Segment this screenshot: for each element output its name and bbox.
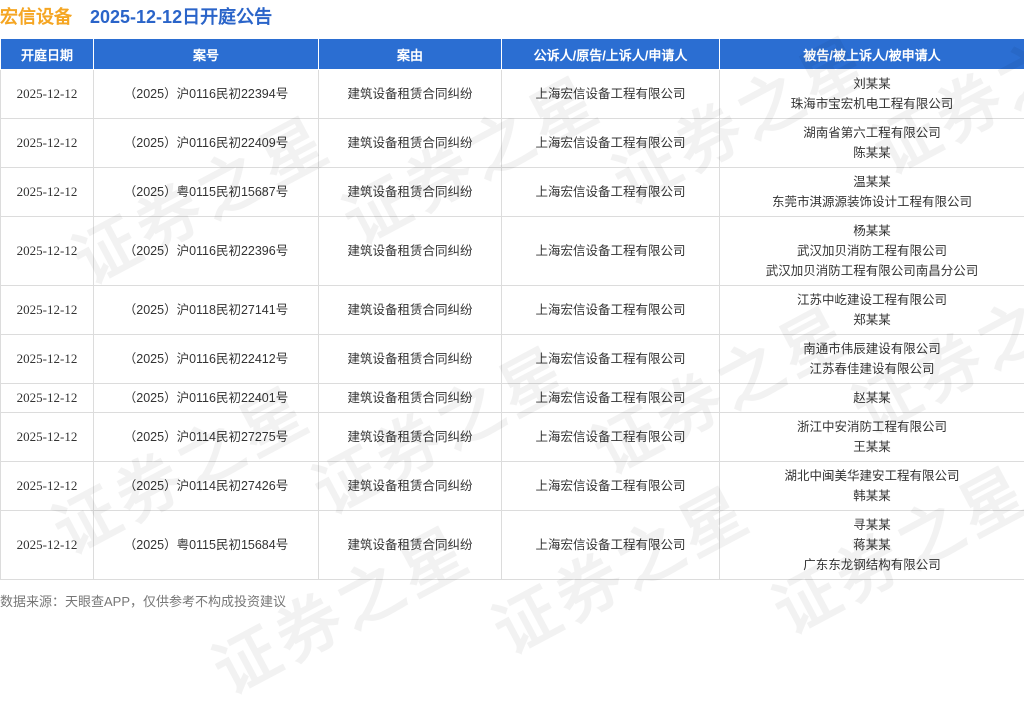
defendant-cell: 寻某某蒋某某广东东龙钢结构有限公司 [720, 511, 1024, 580]
date-cell: 2025-12-12 [1, 70, 94, 119]
case-number-cell: （2025）沪0116民初22409号 [94, 119, 319, 168]
column-header-date: 开庭日期 [1, 39, 94, 70]
cause-cell: 建筑设备租赁合同纠纷 [319, 335, 502, 384]
defendant-cell: 赵某某 [720, 384, 1024, 413]
date-cell: 2025-12-12 [1, 168, 94, 217]
defendant-name: 南通市伟辰建设有限公司 [724, 339, 1020, 359]
company-name: 宏信设备 [0, 3, 72, 29]
date-cell: 2025-12-12 [1, 217, 94, 286]
defendant-name: 蒋某某 [724, 535, 1020, 555]
defendant-cell: 湖南省第六工程有限公司陈某某 [720, 119, 1024, 168]
defendant-name: 韩某某 [724, 486, 1020, 506]
cause-cell: 建筑设备租赁合同纠纷 [319, 168, 502, 217]
date-cell: 2025-12-12 [1, 384, 94, 413]
plaintiff-cell: 上海宏信设备工程有限公司 [502, 217, 720, 286]
case-number-cell: （2025）沪0114民初27275号 [94, 413, 319, 462]
column-header-plaintiff: 公诉人/原告/上诉人/申请人 [502, 39, 720, 70]
court-announcement-table: 开庭日期 案号 案由 公诉人/原告/上诉人/申请人 被告/被上诉人/被申请人 2… [0, 38, 1024, 580]
plaintiff-cell: 上海宏信设备工程有限公司 [502, 384, 720, 413]
defendant-name: 广东东龙钢结构有限公司 [724, 555, 1020, 575]
cause-cell: 建筑设备租赁合同纠纷 [319, 511, 502, 580]
cause-cell: 建筑设备租赁合同纠纷 [319, 384, 502, 413]
defendant-name: 珠海市宝宏机电工程有限公司 [724, 94, 1020, 114]
column-header-cause: 案由 [319, 39, 502, 70]
defendant-name: 陈某某 [724, 143, 1020, 163]
date-cell: 2025-12-12 [1, 511, 94, 580]
table-row: 2025-12-12（2025）沪0114民初27275号建筑设备租赁合同纠纷上… [1, 413, 1024, 462]
title-bar: 宏信设备 2025-12-12日开庭公告 [0, 0, 1024, 32]
table-row: 2025-12-12（2025）粤0115民初15687号建筑设备租赁合同纠纷上… [1, 168, 1024, 217]
cause-cell: 建筑设备租赁合同纠纷 [319, 217, 502, 286]
plaintiff-cell: 上海宏信设备工程有限公司 [502, 168, 720, 217]
case-number-cell: （2025）沪0114民初27426号 [94, 462, 319, 511]
table-row: 2025-12-12（2025）沪0116民初22396号建筑设备租赁合同纠纷上… [1, 217, 1024, 286]
date-cell: 2025-12-12 [1, 119, 94, 168]
table-row: 2025-12-12（2025）粤0115民初15684号建筑设备租赁合同纠纷上… [1, 511, 1024, 580]
plaintiff-cell: 上海宏信设备工程有限公司 [502, 511, 720, 580]
defendant-name: 浙江中安消防工程有限公司 [724, 417, 1020, 437]
cause-cell: 建筑设备租赁合同纠纷 [319, 119, 502, 168]
defendant-name: 湖北中闽美华建安工程有限公司 [724, 466, 1020, 486]
table-row: 2025-12-12（2025）沪0116民初22412号建筑设备租赁合同纠纷上… [1, 335, 1024, 384]
defendant-name: 郑某某 [724, 310, 1020, 330]
page-title: 2025-12-12日开庭公告 [90, 3, 272, 29]
case-number-cell: （2025）粤0115民初15684号 [94, 511, 319, 580]
defendant-cell: 浙江中安消防工程有限公司王某某 [720, 413, 1024, 462]
table-row: 2025-12-12（2025）沪0116民初22409号建筑设备租赁合同纠纷上… [1, 119, 1024, 168]
case-number-cell: （2025）沪0118民初27141号 [94, 286, 319, 335]
cause-cell: 建筑设备租赁合同纠纷 [319, 286, 502, 335]
cause-cell: 建筑设备租赁合同纠纷 [319, 462, 502, 511]
defendant-name: 江苏春佳建设有限公司 [724, 359, 1020, 379]
defendant-cell: 杨某某武汉加贝消防工程有限公司武汉加贝消防工程有限公司南昌分公司 [720, 217, 1024, 286]
plaintiff-cell: 上海宏信设备工程有限公司 [502, 70, 720, 119]
column-header-defendant: 被告/被上诉人/被申请人 [720, 39, 1024, 70]
defendant-name: 刘某某 [724, 74, 1020, 94]
defendant-name: 武汉加贝消防工程有限公司南昌分公司 [724, 261, 1020, 281]
table-row: 2025-12-12（2025）沪0114民初27426号建筑设备租赁合同纠纷上… [1, 462, 1024, 511]
cause-cell: 建筑设备租赁合同纠纷 [319, 413, 502, 462]
defendant-name: 武汉加贝消防工程有限公司 [724, 241, 1020, 261]
data-source-note: 数据来源：天眼查APP，仅供参考不构成投资建议 [0, 591, 286, 610]
case-number-cell: （2025）沪0116民初22401号 [94, 384, 319, 413]
defendant-name: 王某某 [724, 437, 1020, 457]
plaintiff-cell: 上海宏信设备工程有限公司 [502, 462, 720, 511]
plaintiff-cell: 上海宏信设备工程有限公司 [502, 413, 720, 462]
plaintiff-cell: 上海宏信设备工程有限公司 [502, 335, 720, 384]
case-number-cell: （2025）沪0116民初22394号 [94, 70, 319, 119]
defendant-cell: 湖北中闽美华建安工程有限公司韩某某 [720, 462, 1024, 511]
date-cell: 2025-12-12 [1, 462, 94, 511]
defendant-name: 湖南省第六工程有限公司 [724, 123, 1020, 143]
defendant-cell: 温某某东莞市淇源源装饰设计工程有限公司 [720, 168, 1024, 217]
defendant-cell: 刘某某珠海市宝宏机电工程有限公司 [720, 70, 1024, 119]
column-header-case-no: 案号 [94, 39, 319, 70]
defendant-name: 东莞市淇源源装饰设计工程有限公司 [724, 192, 1020, 212]
table-body: 2025-12-12（2025）沪0116民初22394号建筑设备租赁合同纠纷上… [1, 70, 1024, 580]
date-cell: 2025-12-12 [1, 413, 94, 462]
table-row: 2025-12-12（2025）沪0116民初22394号建筑设备租赁合同纠纷上… [1, 70, 1024, 119]
defendant-name: 江苏中屹建设工程有限公司 [724, 290, 1020, 310]
defendant-name: 温某某 [724, 172, 1020, 192]
plaintiff-cell: 上海宏信设备工程有限公司 [502, 119, 720, 168]
case-number-cell: （2025）沪0116民初22412号 [94, 335, 319, 384]
cause-cell: 建筑设备租赁合同纠纷 [319, 70, 502, 119]
case-number-cell: （2025）沪0116民初22396号 [94, 217, 319, 286]
case-number-cell: （2025）粤0115民初15687号 [94, 168, 319, 217]
defendant-name: 杨某某 [724, 221, 1020, 241]
defendant-cell: 南通市伟辰建设有限公司江苏春佳建设有限公司 [720, 335, 1024, 384]
defendant-name: 赵某某 [724, 388, 1020, 408]
table-row: 2025-12-12（2025）沪0118民初27141号建筑设备租赁合同纠纷上… [1, 286, 1024, 335]
table-header-row: 开庭日期 案号 案由 公诉人/原告/上诉人/申请人 被告/被上诉人/被申请人 [1, 39, 1024, 70]
date-cell: 2025-12-12 [1, 335, 94, 384]
date-cell: 2025-12-12 [1, 286, 94, 335]
plaintiff-cell: 上海宏信设备工程有限公司 [502, 286, 720, 335]
defendant-cell: 江苏中屹建设工程有限公司郑某某 [720, 286, 1024, 335]
defendant-name: 寻某某 [724, 515, 1020, 535]
table-row: 2025-12-12（2025）沪0116民初22401号建筑设备租赁合同纠纷上… [1, 384, 1024, 413]
